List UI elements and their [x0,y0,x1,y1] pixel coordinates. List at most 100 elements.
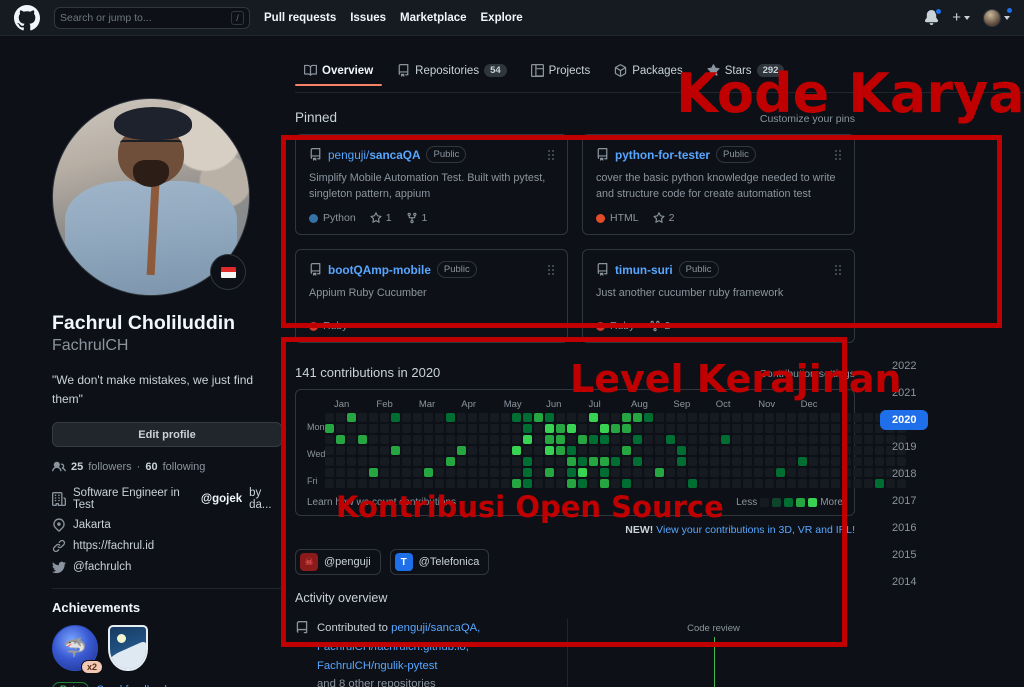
contribution-day-cell[interactable] [732,468,742,478]
contribution-day-cell[interactable] [633,413,643,423]
contribution-day-cell[interactable] [380,424,390,434]
contribution-day-cell[interactable] [820,446,830,456]
contribution-day-cell[interactable] [677,424,687,434]
contribution-day-cell[interactable] [765,468,775,478]
contribution-day-cell[interactable] [798,479,808,489]
contribution-day-cell[interactable] [677,479,687,489]
contribution-day-cell[interactable] [369,424,379,434]
contribution-day-cell[interactable] [347,468,357,478]
contribution-day-cell[interactable] [743,479,753,489]
contribution-day-cell[interactable] [776,479,786,489]
contribution-day-cell[interactable] [600,435,610,445]
contribution-day-cell[interactable] [468,479,478,489]
contribution-day-cell[interactable] [622,446,632,456]
repo-stars[interactable]: 2 [653,212,674,224]
contribution-day-cell[interactable] [435,435,445,445]
contribution-day-cell[interactable] [732,446,742,456]
contribution-day-cell[interactable] [446,468,456,478]
contribution-day-cell[interactable] [402,468,412,478]
contribution-day-cell[interactable] [853,446,863,456]
contribution-day-cell[interactable] [545,413,555,423]
contribution-day-cell[interactable] [765,479,775,489]
contribution-day-cell[interactable] [468,413,478,423]
contribution-day-cell[interactable] [809,435,819,445]
contribution-day-cell[interactable] [534,446,544,456]
contribution-day-cell[interactable] [589,446,599,456]
contribution-day-cell[interactable] [490,435,500,445]
contribution-day-cell[interactable] [391,424,401,434]
contribution-day-cell[interactable] [391,413,401,423]
contribution-day-cell[interactable] [699,479,709,489]
contribution-day-cell[interactable] [490,457,500,467]
contribution-day-cell[interactable] [534,479,544,489]
contribution-day-cell[interactable] [468,457,478,467]
contribution-day-cell[interactable] [699,446,709,456]
contribution-day-cell[interactable] [776,446,786,456]
contribution-day-cell[interactable] [853,457,863,467]
pinned-repo-card[interactable]: timun-suri Public Just another cucumber … [582,249,855,344]
contribution-day-cell[interactable] [820,457,830,467]
contribution-day-cell[interactable] [864,435,874,445]
contribution-day-cell[interactable] [688,468,698,478]
drag-handle-icon[interactable] [548,264,554,275]
contribution-day-cell[interactable] [688,424,698,434]
contribution-day-cell[interactable] [787,413,797,423]
contribution-day-cell[interactable] [743,446,753,456]
contribution-day-cell[interactable] [754,413,764,423]
contribution-day-cell[interactable] [512,457,522,467]
contribution-day-cell[interactable] [798,457,808,467]
contribution-day-cell[interactable] [446,435,456,445]
contribution-day-cell[interactable] [578,435,588,445]
contribution-day-cell[interactable] [864,424,874,434]
contribution-day-cell[interactable] [589,468,599,478]
contribution-day-cell[interactable] [501,446,511,456]
contribution-day-cell[interactable] [424,457,434,467]
contribution-day-cell[interactable] [380,457,390,467]
following-count[interactable]: 60 [145,461,157,473]
contribution-day-cell[interactable] [567,435,577,445]
contribution-day-cell[interactable] [336,435,346,445]
contribution-day-cell[interactable] [765,435,775,445]
contribution-day-cell[interactable] [325,435,335,445]
contribution-day-cell[interactable] [710,424,720,434]
contribution-day-cell[interactable] [512,479,522,489]
contribution-day-cell[interactable] [732,479,742,489]
contribution-day-cell[interactable] [721,468,731,478]
contribution-day-cell[interactable] [644,479,654,489]
year-option-2022[interactable]: 2022 [880,356,928,376]
contribution-day-cell[interactable] [479,457,489,467]
year-option-2015[interactable]: 2015 [880,545,928,565]
tab-repositories[interactable]: Repositories 54 [388,58,516,86]
contribution-day-cell[interactable] [743,435,753,445]
contribution-day-cell[interactable] [765,457,775,467]
contribution-day-cell[interactable] [424,468,434,478]
contribution-day-cell[interactable] [611,446,621,456]
contribution-day-cell[interactable] [336,457,346,467]
contribution-day-cell[interactable] [457,479,467,489]
contribution-day-cell[interactable] [369,435,379,445]
contribution-day-cell[interactable] [413,468,423,478]
contribution-day-cell[interactable] [655,424,665,434]
contribution-day-cell[interactable] [347,457,357,467]
contribution-day-cell[interactable] [523,479,533,489]
contribution-day-cell[interactable] [765,413,775,423]
contribution-day-cell[interactable] [853,424,863,434]
contribution-day-cell[interactable] [611,413,621,423]
contribution-day-cell[interactable] [435,468,445,478]
contribution-day-cell[interactable] [402,457,412,467]
contribution-day-cell[interactable] [358,424,368,434]
contribution-day-cell[interactable] [589,457,599,467]
contribution-day-cell[interactable] [501,435,511,445]
contribution-day-cell[interactable] [842,446,852,456]
contribution-day-cell[interactable] [578,468,588,478]
contribution-day-cell[interactable] [512,424,522,434]
contributed-repo-link[interactable]: FachrulCH/ngulik-pytest [317,660,438,672]
contribution-day-cell[interactable] [809,413,819,423]
contribution-day-cell[interactable] [622,479,632,489]
contribution-day-cell[interactable] [864,413,874,423]
contribution-day-cell[interactable] [798,413,808,423]
contribution-day-cell[interactable] [391,435,401,445]
contribution-day-cell[interactable] [413,424,423,434]
contribution-day-cell[interactable] [490,424,500,434]
contribution-heatmap[interactable] [325,413,907,489]
